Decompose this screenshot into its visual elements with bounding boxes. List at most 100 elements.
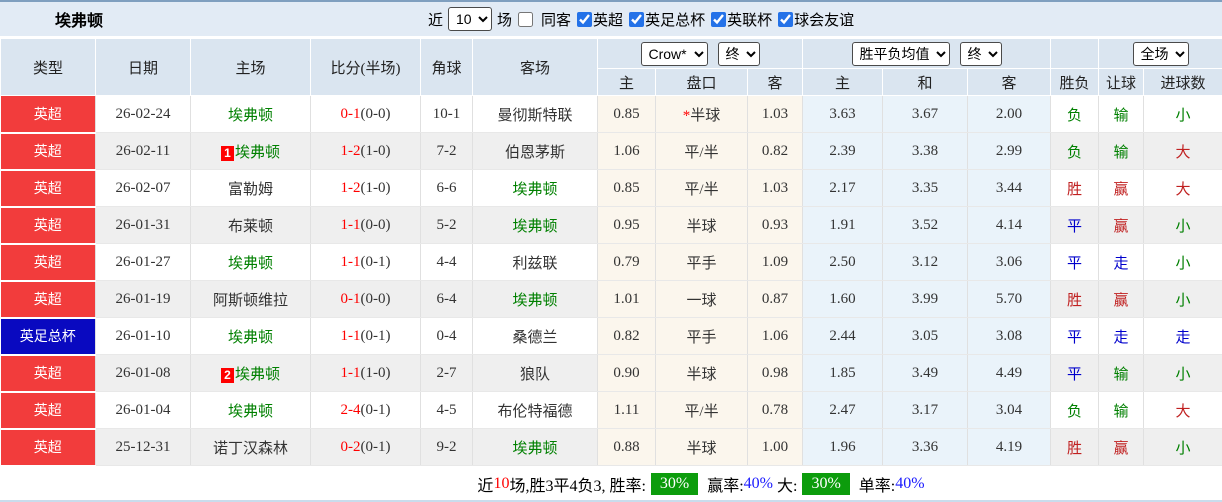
score: 0-1(0-0)	[310, 280, 421, 318]
handicap-outcome: 赢	[1098, 428, 1145, 466]
away-team: 埃弗顿	[472, 169, 598, 207]
avg-away-odds: 2.00	[967, 95, 1052, 133]
avg-draw-odds: 3.35	[882, 169, 968, 207]
competition-filter-2[interactable]: 英联杯	[705, 9, 772, 30]
result-outcome: 胜	[1050, 428, 1100, 466]
team-title: 埃弗顿	[55, 13, 104, 30]
handicap: 平/半	[655, 132, 748, 170]
col-header-home: 主场	[190, 38, 311, 96]
competition-type-badge: 英超	[0, 132, 96, 171]
home-odds: 1.01	[597, 280, 656, 318]
score: 1-1(0-0)	[310, 206, 421, 244]
handicap-outcome: 赢	[1098, 169, 1145, 207]
summary-text: 近	[477, 478, 494, 495]
avg-draw-odds: 3.52	[882, 206, 968, 244]
scope-select[interactable]: 全场	[1132, 41, 1189, 66]
home-odds: 0.82	[597, 317, 656, 355]
avg-home-odds: 1.85	[802, 354, 883, 392]
handicap-outcome: 赢	[1098, 280, 1145, 318]
sub-header-handicap: 盘口	[655, 68, 748, 96]
handicap: 平手	[655, 317, 748, 355]
home-odds: 0.88	[597, 428, 656, 466]
sub-header-avg-away: 客	[966, 68, 1052, 96]
home-team: 富勒姆	[190, 169, 311, 207]
competition-checkbox[interactable]	[629, 11, 645, 27]
red-card-badge: 1	[220, 145, 234, 161]
summary-footer: 近 10 场,胜3平4负3, 胜率: 30% 赢率: 40% 大: 30% 单率: 40%	[0, 466, 1222, 500]
match-row: 英超 26-02-11 1 埃弗顿 1-2(1-0) 7-2 伯恩茅斯 1.06 平/半 0.82…	[0, 132, 1222, 171]
result-outcome: 平	[1050, 354, 1100, 392]
goals-outcome: 小	[1143, 354, 1222, 392]
home-odds: 1.06	[597, 132, 656, 170]
competition-type-badge: 英超	[0, 391, 96, 430]
match-row: 英超 26-01-31 布莱顿 1-1(0-0) 5-2 埃弗顿 0.95 半球 0.93 1.9…	[0, 206, 1222, 245]
competition-checkbox[interactable]	[577, 11, 593, 27]
match-history-table: 类型 日期 主场 比分(半场) 角球 客场 Crow* 终 胜平负均值 终 全场…	[0, 38, 1222, 467]
result-outcome: 平	[1050, 206, 1100, 244]
competition-type-badge: 英超	[0, 280, 96, 319]
handicap-outcome: 走	[1098, 243, 1145, 281]
avg-draw-odds: 3.67	[882, 95, 968, 133]
handicap: *半球	[655, 95, 748, 133]
avg-away-odds: 3.44	[967, 169, 1052, 207]
away-team: 埃弗顿	[472, 428, 598, 466]
home-team: 1 埃弗顿	[190, 132, 311, 170]
match-row: 英超 26-01-27 埃弗顿 1-1(0-1) 4-4 利兹联 0.79 平手 1.09 2.5…	[0, 243, 1222, 282]
match-date: 26-02-07	[95, 169, 191, 207]
summary-text: 赢率:	[703, 478, 744, 495]
avg-odds-select[interactable]: 胜平负均值	[851, 41, 950, 66]
match-date: 26-01-27	[95, 243, 191, 281]
home-odds: 0.85	[597, 95, 656, 133]
handicap-changed-marker: *	[682, 107, 691, 124]
score: 0-2(0-1)	[310, 428, 421, 466]
competition-filter-1[interactable]: 英足总杯	[623, 9, 705, 30]
away-odds: 0.82	[747, 132, 803, 170]
recent-count-select[interactable]: 10	[448, 7, 493, 31]
competition-checkbox[interactable]	[711, 11, 727, 27]
same-venue-checkbox[interactable]	[518, 11, 534, 27]
score: 1-1(0-1)	[310, 317, 421, 355]
competition-filter-0[interactable]: 英超	[571, 9, 623, 30]
odds-time-select-2[interactable]: 终	[959, 41, 1002, 66]
away-team: 桑德兰	[472, 317, 598, 355]
avg-home-odds: 2.50	[802, 243, 883, 281]
competition-type-badge: 英超	[0, 428, 96, 467]
match-row: 英足总杯 26-01-10 埃弗顿 1-1(0-1) 0-4 桑德兰 0.82 平手 1.06 2…	[0, 317, 1222, 356]
competition-filter-3[interactable]: 球会友谊	[772, 9, 854, 30]
corner-stat: 2-7	[420, 354, 473, 392]
away-odds: 0.98	[747, 354, 803, 392]
match-date: 26-01-31	[95, 206, 191, 244]
match-row: 英超 26-02-07 富勒姆 1-2(1-0) 6-6 埃弗顿 0.85 平/半 1.03 2.…	[0, 169, 1222, 208]
title-bar: 埃弗顿 近 10 场 同客 英超 英足总杯 英联杯 球会友谊	[0, 2, 1222, 38]
match-row: 英超 26-02-24 埃弗顿 0-1(0-0) 10-1 曼彻斯特联 0.85 *半球 1.0…	[0, 95, 1222, 134]
home-team: 埃弗顿	[190, 95, 311, 133]
result-outcome: 负	[1050, 95, 1100, 133]
avg-draw-odds: 3.05	[882, 317, 968, 355]
odds-time-select-1[interactable]: 终	[717, 41, 760, 66]
competition-checkbox[interactable]	[778, 11, 794, 27]
score: 1-2(1-0)	[310, 132, 421, 170]
avg-draw-odds: 3.17	[882, 391, 968, 429]
avg-away-odds: 4.14	[967, 206, 1052, 244]
avg-draw-odds: 3.49	[882, 354, 968, 392]
col-header-score: 比分(半场)	[310, 38, 421, 96]
away-odds: 0.93	[747, 206, 803, 244]
home-odds: 0.85	[597, 169, 656, 207]
sub-header-goals: 进球数	[1143, 68, 1222, 96]
match-rows: 英超 26-02-24 埃弗顿 0-1(0-0) 10-1 曼彻斯特联 0.85 *半球 1.0…	[0, 95, 1222, 467]
corner-stat: 4-5	[420, 391, 473, 429]
match-date: 26-01-19	[95, 280, 191, 318]
competition-type-badge: 英超	[0, 354, 96, 393]
away-team: 利兹联	[472, 243, 598, 281]
competition-type-badge: 英超	[0, 169, 96, 208]
competition-type-badge: 英超	[0, 243, 96, 282]
scope-group: 全场	[1098, 38, 1222, 69]
summary-text: 单率:	[854, 478, 896, 495]
goals-outcome: 小	[1143, 95, 1222, 133]
corner-stat: 9-2	[420, 428, 473, 466]
home-team: 诺丁汉森林	[190, 428, 311, 466]
odds-source-select[interactable]: Crow*	[640, 41, 708, 66]
same-venue-filter[interactable]: 同客	[512, 9, 571, 30]
handicap: 一球	[655, 280, 748, 318]
match-date: 26-01-04	[95, 391, 191, 429]
